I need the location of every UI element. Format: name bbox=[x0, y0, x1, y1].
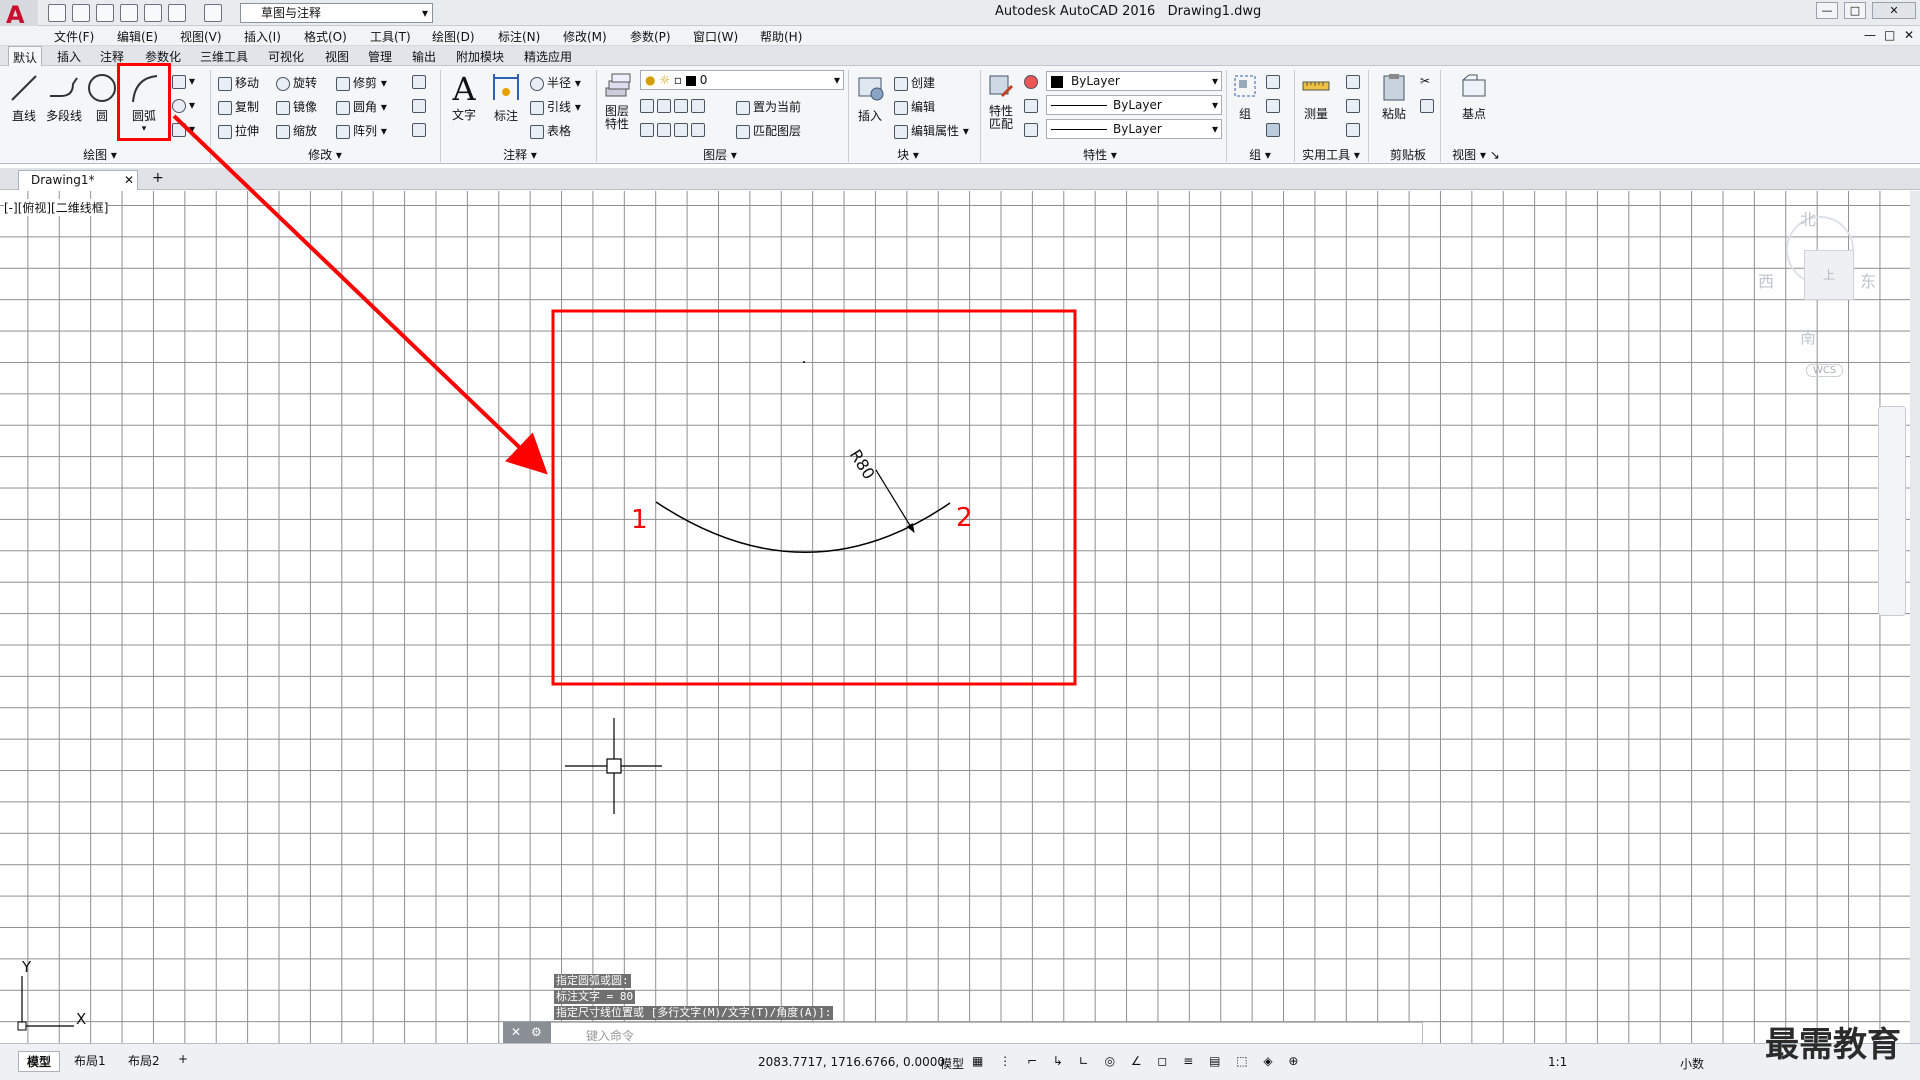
point-1-label: 1 bbox=[631, 505, 648, 535]
ucs-y-label: Y bbox=[22, 958, 32, 976]
command-input[interactable]: 键入命令 bbox=[586, 1027, 634, 1044]
crosshair-pickbox bbox=[606, 758, 622, 774]
highlight-box bbox=[551, 309, 1077, 686]
ucs-x-label: X bbox=[76, 1010, 87, 1028]
command-history-line: 标注文字 = 80 bbox=[554, 990, 636, 1004]
command-history: 指定圆弧或圆: 标注文字 = 80 指定尺寸线位置或 [多行文字(M)/文字(T… bbox=[554, 974, 834, 1022]
compass-east[interactable]: 东 bbox=[1860, 268, 1876, 292]
model-space-toggle[interactable]: 模型 bbox=[940, 1055, 964, 1072]
new-layout-icon[interactable]: + bbox=[170, 1051, 196, 1067]
viewcube-face[interactable]: 上 bbox=[1804, 250, 1854, 300]
compass-south[interactable]: 南 bbox=[1800, 324, 1816, 348]
units-display[interactable]: 小数 bbox=[1680, 1055, 1704, 1072]
navigation-bar[interactable] bbox=[1878, 406, 1906, 616]
viewcube[interactable]: 北 西 东 南 上 WCS bbox=[1758, 206, 1880, 378]
drawn-arc[interactable] bbox=[655, 501, 951, 553]
command-close-icon[interactable]: ✕ bbox=[511, 1025, 521, 1039]
compass-west[interactable]: 西 bbox=[1758, 268, 1774, 292]
arc-center-point bbox=[803, 361, 805, 363]
radius-dimension-line[interactable] bbox=[875, 469, 915, 534]
drawing-overlay bbox=[17, 114, 1077, 1031]
compass-north[interactable]: 北 bbox=[1800, 206, 1816, 230]
status-toggle-icons[interactable]: ▦ ⋮ ⌐ ↳ ∟ ◎ ∠ ◻ ≡ ▤ ⬚ ◈ ⊕ bbox=[972, 1054, 1304, 1068]
coordinate-readout[interactable]: 2083.7717, 1716.6766, 0.0000 bbox=[758, 1055, 945, 1069]
command-history-line: 指定圆弧或圆: bbox=[554, 974, 631, 988]
layout-tab-2[interactable]: 布局2 bbox=[120, 1051, 168, 1070]
command-settings-icon[interactable]: ⚙ bbox=[531, 1025, 542, 1039]
vertical-scrollbar[interactable] bbox=[1910, 191, 1920, 1043]
layout-tab-model[interactable]: 模型 bbox=[18, 1051, 61, 1072]
point-2-label: 2 bbox=[956, 503, 973, 533]
red-arrow bbox=[172, 114, 548, 475]
annotation-scale[interactable]: 1:1 bbox=[1548, 1055, 1567, 1069]
wcs-menu[interactable]: WCS bbox=[1806, 364, 1844, 377]
layout-tab-1[interactable]: 布局1 bbox=[66, 1051, 114, 1070]
watermark-logo: 最需教育 bbox=[1765, 1025, 1901, 1065]
ucs-origin-icon bbox=[17, 1021, 27, 1031]
command-history-line: 指定尺寸线位置或 [多行文字(M)/文字(T)/角度(A)]: bbox=[554, 1006, 834, 1020]
